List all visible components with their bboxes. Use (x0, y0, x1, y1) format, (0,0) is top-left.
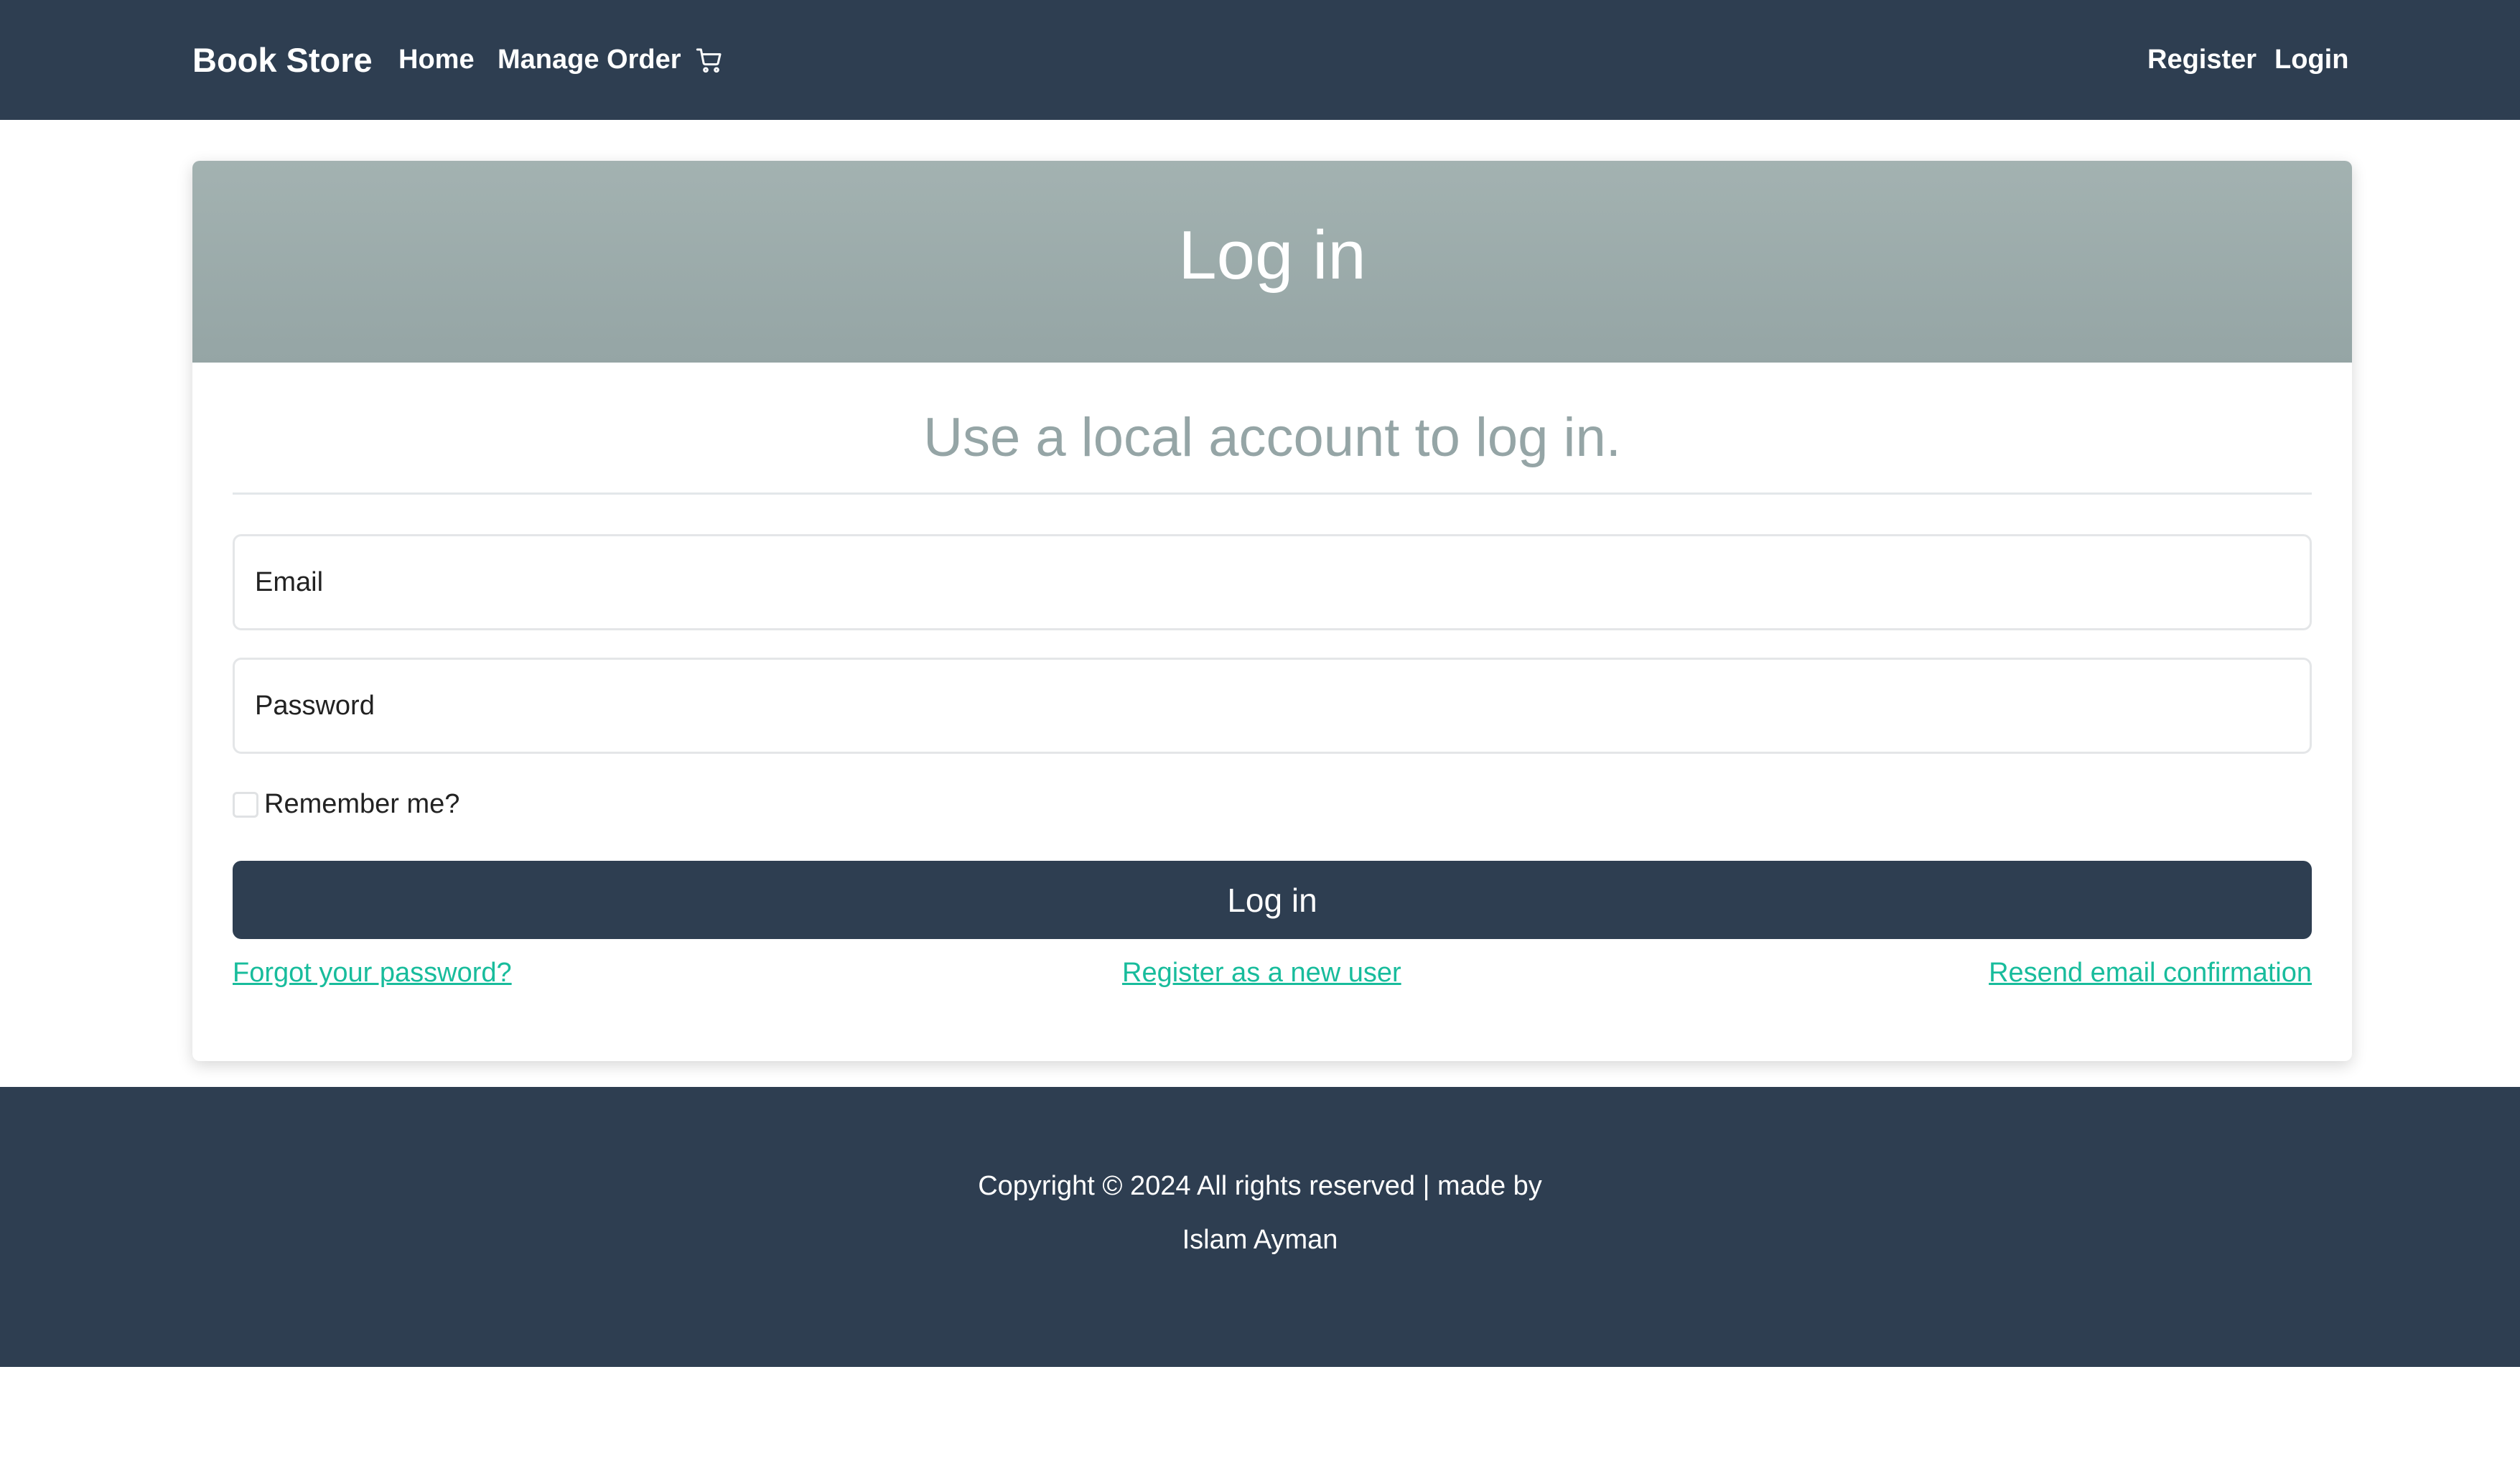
resend-email-confirmation-link[interactable]: Resend email confirmation (1989, 956, 2312, 990)
login-card-header: Log in (192, 161, 2352, 363)
register-new-user-link[interactable]: Register as a new user (1122, 956, 1401, 990)
forgot-password-link[interactable]: Forgot your password? (233, 956, 512, 990)
password-field-label: Password (255, 691, 375, 721)
cart-icon[interactable] (695, 46, 724, 75)
login-button[interactable]: Log in (233, 861, 2312, 939)
divider (233, 492, 2312, 495)
login-card: Log in Use a local account to log in. Em… (192, 161, 2352, 1061)
footer-copyright: Copyright © 2024 All rights reserved | m… (978, 1171, 1542, 1201)
brand-link[interactable]: Book Store (192, 39, 373, 82)
nav-link-manage-order[interactable]: Manage Order (498, 42, 681, 78)
page-title: Log in (1178, 217, 1366, 294)
footer-author: Islam Ayman (1182, 1225, 1338, 1255)
nav-link-login[interactable]: Login (2274, 42, 2348, 78)
remember-me-label[interactable]: Remember me? (264, 788, 459, 821)
login-button-label: Log in (1227, 882, 1317, 919)
footer: Copyright © 2024 All rights reserved | m… (0, 1087, 2520, 1367)
email-field-label: Email (255, 567, 324, 597)
email-field[interactable]: Email (233, 534, 2312, 630)
nav-link-home[interactable]: Home (398, 42, 475, 78)
remember-me-checkbox[interactable] (233, 792, 258, 818)
top-navbar: Book Store Home Manage Order Register Lo… (0, 0, 2520, 120)
login-subtitle: Use a local account to log in. (923, 407, 1621, 468)
nav-link-register[interactable]: Register (2147, 42, 2257, 78)
password-field[interactable]: Password (233, 658, 2312, 754)
